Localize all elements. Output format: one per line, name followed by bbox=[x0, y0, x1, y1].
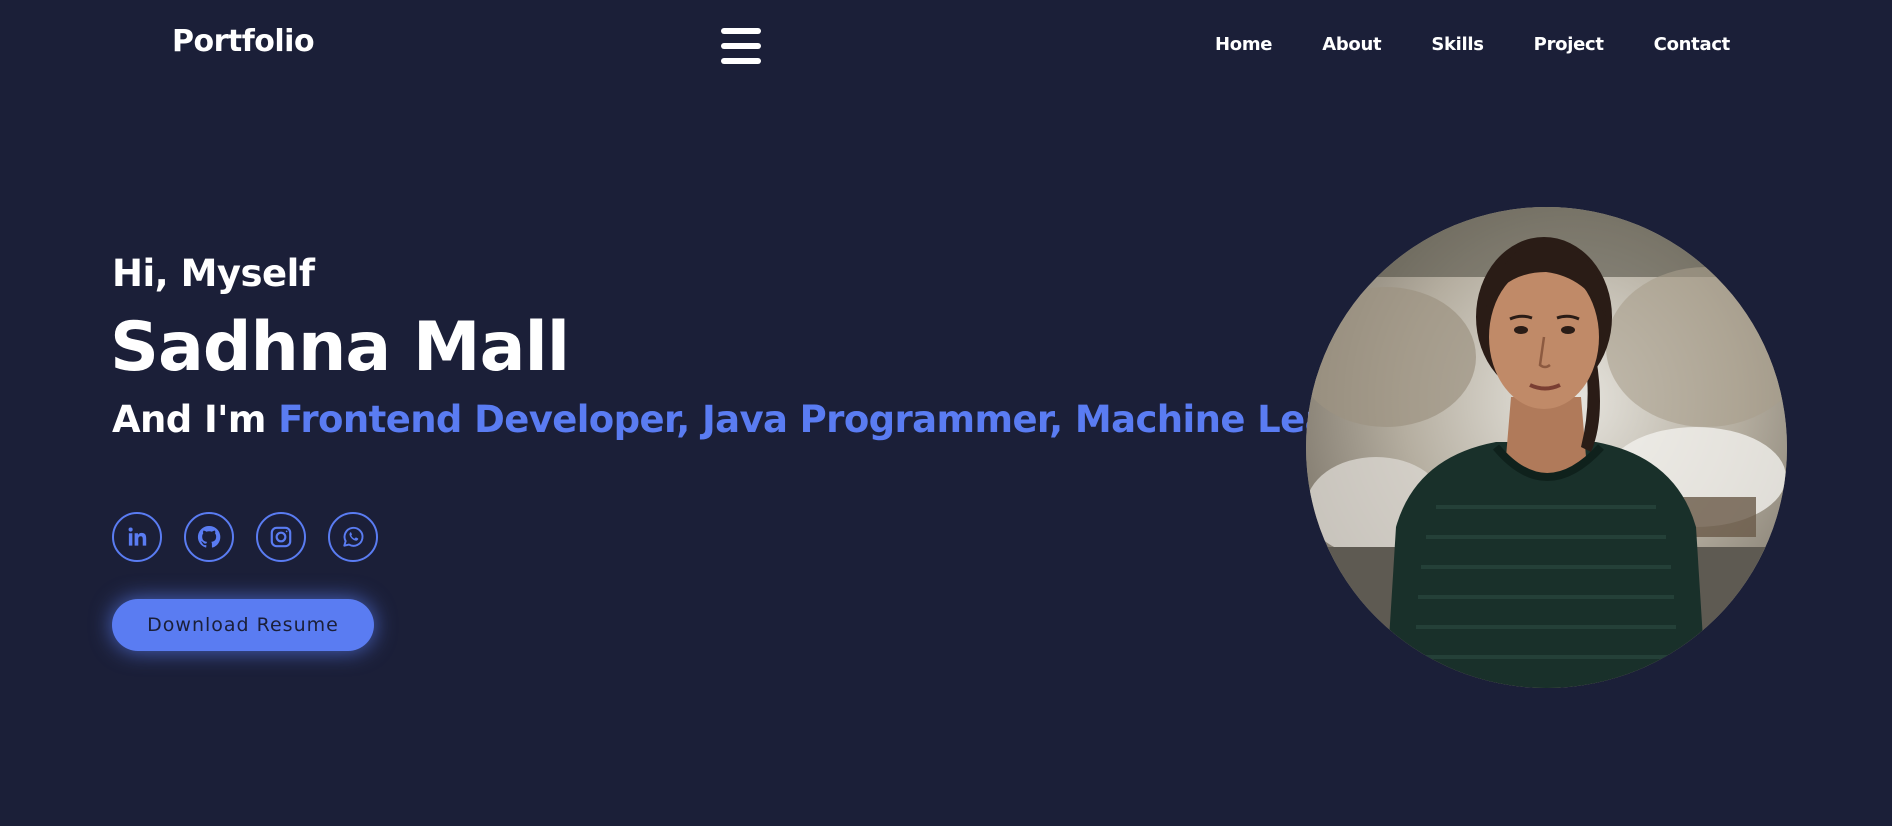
profile-photo bbox=[1306, 207, 1787, 688]
nav-link-skills[interactable]: Skills bbox=[1431, 34, 1484, 55]
nav-link-contact[interactable]: Contact bbox=[1654, 34, 1731, 55]
instagram-icon[interactable] bbox=[256, 512, 306, 562]
hero-greeting: Hi, Myself bbox=[112, 252, 315, 295]
download-resume-button[interactable]: Download Resume bbox=[112, 599, 374, 651]
role-prefix: And I'm bbox=[112, 398, 266, 441]
nav-link-project[interactable]: Project bbox=[1534, 34, 1604, 55]
role-text: Frontend Developer, Java Programmer, Mac… bbox=[278, 398, 1415, 441]
page: Portfolio Home About Skills Project Cont… bbox=[0, 0, 1892, 826]
nav-menu: Home About Skills Project Contact bbox=[1215, 34, 1730, 55]
header: Portfolio Home About Skills Project Cont… bbox=[0, 0, 1892, 92]
linkedin-icon[interactable] bbox=[112, 512, 162, 562]
nav-link-about[interactable]: About bbox=[1322, 34, 1381, 55]
hero-role-line: And I'm Frontend Developer, Java Program… bbox=[112, 398, 1415, 441]
logo[interactable]: Portfolio bbox=[172, 24, 315, 59]
github-icon[interactable] bbox=[184, 512, 234, 562]
hamburger-menu-icon[interactable] bbox=[721, 28, 761, 64]
social-links bbox=[112, 512, 400, 562]
hero-name: Sadhna Mall bbox=[110, 308, 570, 387]
nav-link-home[interactable]: Home bbox=[1215, 34, 1273, 55]
whatsapp-icon[interactable] bbox=[328, 512, 378, 562]
